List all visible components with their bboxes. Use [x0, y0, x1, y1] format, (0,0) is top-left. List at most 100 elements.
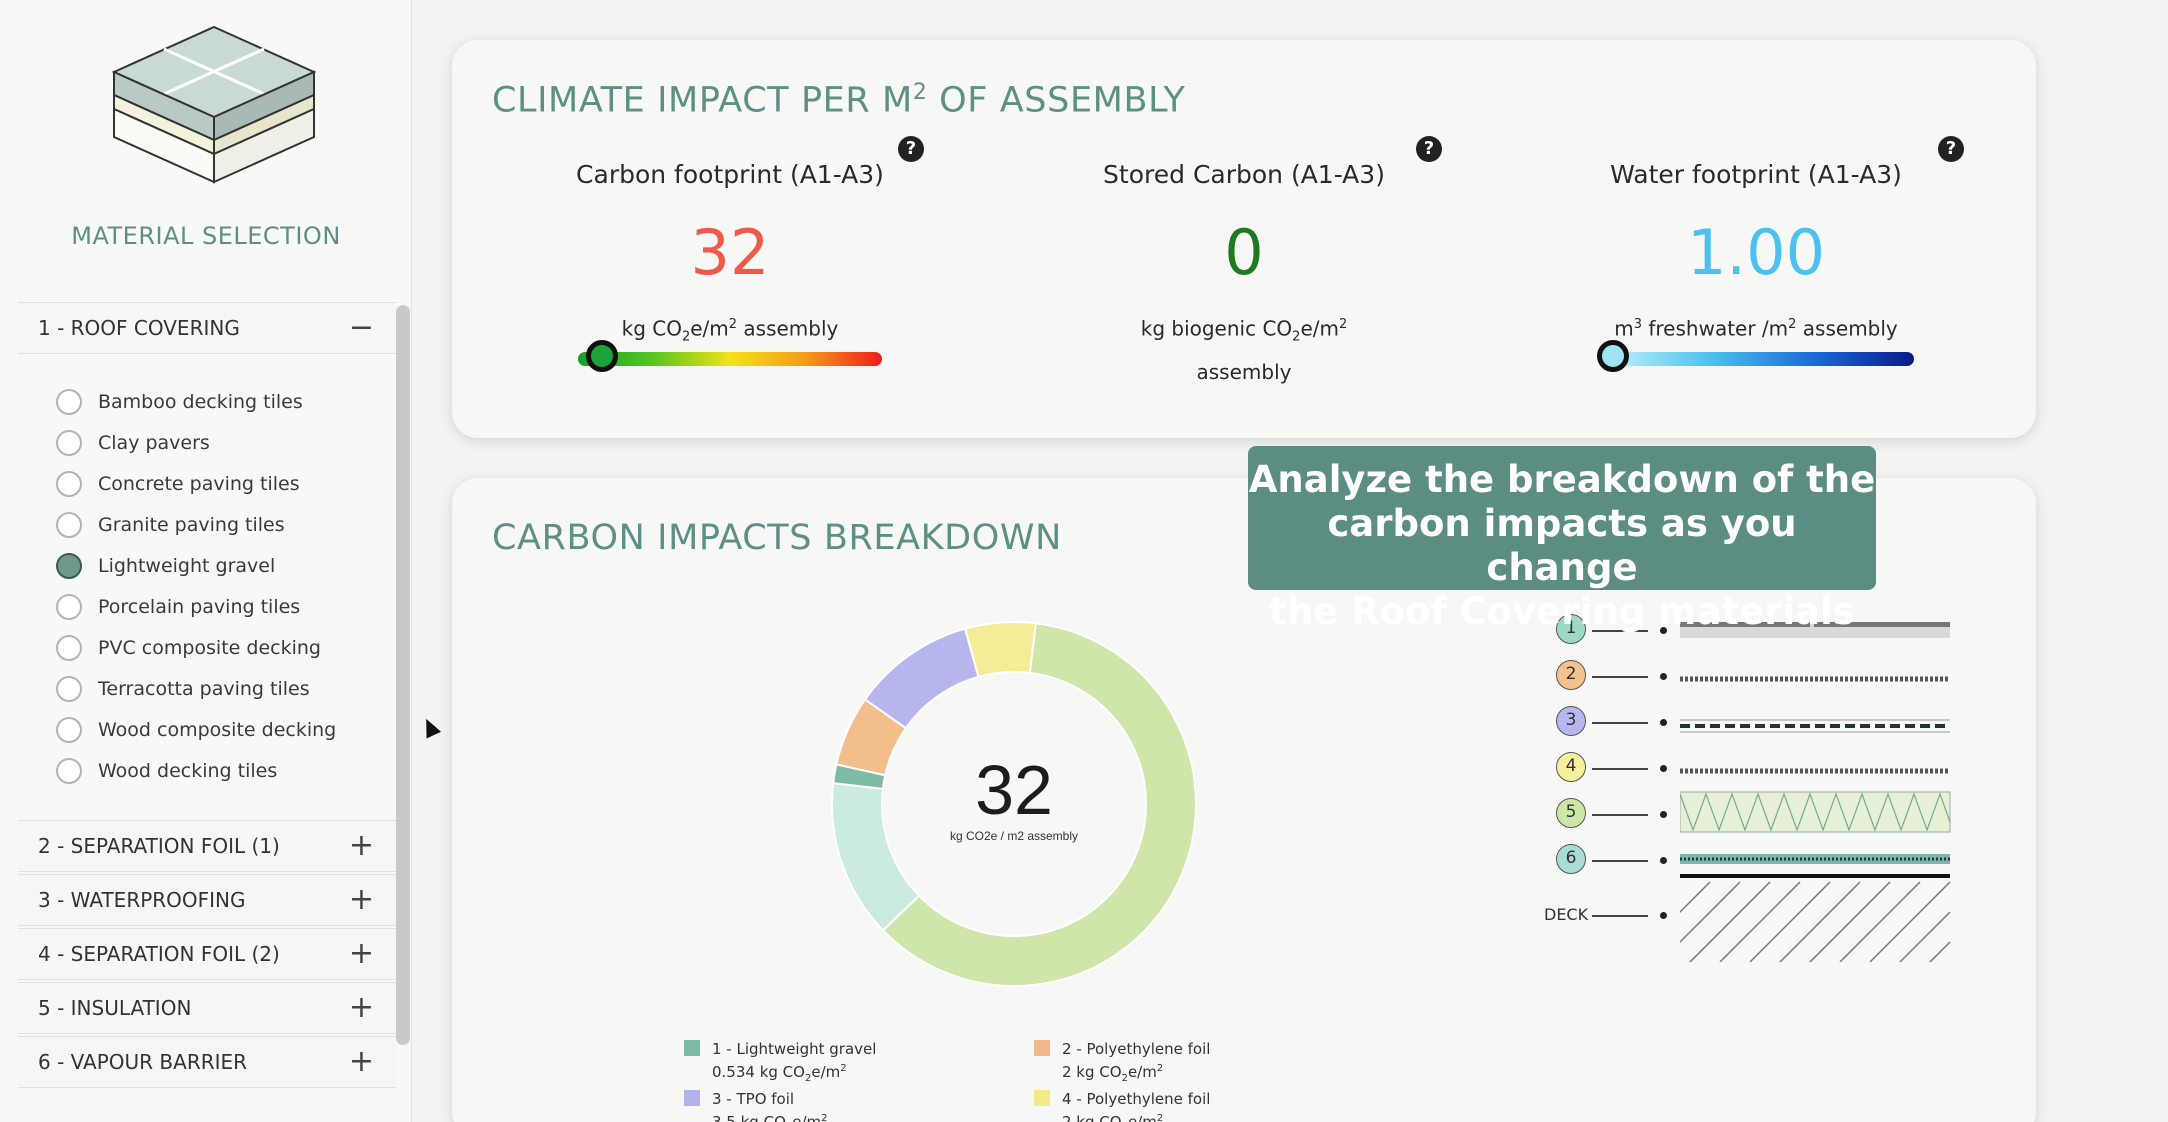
expand-icon[interactable]: +: [349, 937, 374, 971]
legend-swatch: [1034, 1040, 1050, 1056]
section-roof-covering[interactable]: 1 - ROOF COVERING −: [18, 302, 396, 354]
option-concrete-paving-tiles[interactable]: Concrete paving tiles: [56, 469, 300, 499]
legend-item: 4 - Polyethylene foil 2 kg CO2e/m2: [1034, 1090, 1210, 1122]
option-bamboo-decking-tiles[interactable]: Bamboo decking tiles: [56, 387, 303, 417]
donut-slice[interactable]: [831, 782, 921, 932]
option-label: Wood composite decking: [98, 719, 337, 741]
climate-impact-card: CLIMATE IMPACT PER M2 OF ASSEMBLY ? Carb…: [452, 40, 2036, 438]
layer-number: 5: [1556, 798, 1586, 828]
expand-icon[interactable]: +: [349, 991, 374, 1025]
carbon-footprint-unit: kg CO2e/m2 assembly: [621, 316, 839, 345]
leader-dot: [1660, 719, 1667, 726]
section-vapour-barrier[interactable]: 6 - VAPOUR BARRIER +: [18, 1036, 396, 1088]
tooltip-line: Analyze the breakdown of the: [1248, 458, 1876, 501]
leader-line: [1592, 722, 1648, 724]
radio-selected-icon[interactable]: [56, 553, 82, 579]
breakdown-legend: 1 - Lightweight gravel 0.534 kg CO2e/m2 …: [684, 1040, 1244, 1122]
mouse-cursor-icon: [418, 715, 442, 739]
legend-swatch: [684, 1040, 700, 1056]
layer-sections-icon: [1680, 622, 1951, 962]
carbon-scale-marker: [586, 340, 619, 372]
radio-icon[interactable]: [56, 758, 82, 784]
legend-swatch: [684, 1090, 700, 1106]
section-label: 4 - SEPARATION FOIL (2): [38, 942, 280, 966]
radio-icon[interactable]: [56, 717, 82, 743]
leader-line: [1592, 676, 1648, 678]
donut-slice[interactable]: [963, 621, 1037, 679]
option-porcelain-paving-tiles[interactable]: Porcelain paving tiles: [56, 592, 300, 622]
carbon-donut-chart: 32 kg CO2e / m2 assembly: [831, 621, 1197, 987]
carbon-footprint-value: 32: [690, 216, 770, 289]
material-selection-title: MATERIAL SELECTION: [71, 222, 341, 250]
carbon-scale-bar: [578, 352, 882, 366]
help-icon[interactable]: ?: [1938, 136, 1964, 162]
help-icon[interactable]: ?: [898, 136, 924, 162]
stored-carbon-metric: ? Stored Carbon (A1-A3) 0 kg biogenic CO…: [994, 40, 1494, 438]
option-label: Porcelain paving tiles: [98, 596, 301, 618]
radio-icon[interactable]: [56, 676, 82, 702]
water-footprint-label: Water footprint (A1-A3): [1610, 160, 1902, 189]
option-terracotta-paving-tiles[interactable]: Terracotta paving tiles: [56, 674, 310, 704]
section-label: 1 - ROOF COVERING: [38, 316, 240, 340]
option-pvc-composite-decking[interactable]: PVC composite decking: [56, 633, 321, 663]
stored-carbon-label: Stored Carbon (A1-A3): [1103, 160, 1385, 189]
radio-icon[interactable]: [56, 594, 82, 620]
legend-swatch: [1034, 1090, 1050, 1106]
layer-number: 4: [1556, 752, 1586, 782]
expand-icon[interactable]: +: [349, 883, 374, 917]
option-clay-pavers[interactable]: Clay pavers: [56, 428, 210, 458]
option-label: Granite paving tiles: [98, 514, 285, 536]
water-scale-marker: [1597, 340, 1630, 372]
roof-layers-diagram: 1 2 3 4 5 6 DECK: [1530, 612, 1990, 962]
stored-carbon-unit: kg biogenic CO2e/m2 assembly: [1140, 316, 1348, 384]
option-label: Clay pavers: [98, 432, 210, 454]
carbon-footprint-label: Carbon footprint (A1-A3): [576, 160, 884, 189]
option-wood-composite-decking[interactable]: Wood composite decking: [56, 715, 336, 745]
material-accordion: 1 - ROOF COVERING − Bamboo decking tiles…: [18, 302, 396, 1092]
section-label: 2 - SEPARATION FOIL (1): [38, 834, 280, 858]
option-label: Terracotta paving tiles: [98, 678, 310, 700]
leader-dot: [1660, 811, 1667, 818]
sidebar-scrollbar[interactable]: [396, 305, 410, 1045]
tooltip-line: carbon impacts as you change: [1327, 502, 1797, 589]
leader-line: [1592, 768, 1648, 770]
water-footprint-value: 1.00: [1686, 216, 1826, 289]
radio-icon[interactable]: [56, 512, 82, 538]
option-label: Wood decking tiles: [98, 760, 278, 782]
expand-icon[interactable]: +: [349, 1045, 374, 1079]
legend-item: 3 - TPO foil 3.5 kg CO2e/m2: [684, 1090, 828, 1122]
help-icon[interactable]: ?: [1416, 136, 1442, 162]
leader-dot: [1660, 673, 1667, 680]
collapse-icon[interactable]: −: [349, 311, 374, 345]
option-label: Concrete paving tiles: [98, 473, 300, 495]
option-granite-paving-tiles[interactable]: Granite paving tiles: [56, 510, 285, 540]
section-waterproofing[interactable]: 3 - WATERPROOFING +: [18, 874, 396, 926]
breakdown-title: CARBON IMPACTS BREAKDOWN: [492, 518, 1062, 558]
radio-icon[interactable]: [56, 430, 82, 456]
legend-item: 2 - Polyethylene foil 2 kg CO2e/m2: [1034, 1040, 1210, 1088]
section-separation-foil-1[interactable]: 2 - SEPARATION FOIL (1) +: [18, 820, 396, 872]
section-separation-foil-2[interactable]: 4 - SEPARATION FOIL (2) +: [18, 928, 396, 980]
option-lightweight-gravel[interactable]: Lightweight gravel: [56, 551, 275, 581]
section-insulation[interactable]: 5 - INSULATION +: [18, 982, 396, 1034]
donut-center-unit: kg CO2e / m2 assembly: [950, 829, 1078, 843]
section-label: 5 - INSULATION: [38, 996, 192, 1020]
donut-center-value: 32: [975, 751, 1053, 829]
section-label: 6 - VAPOUR BARRIER: [38, 1050, 248, 1074]
radio-icon[interactable]: [56, 471, 82, 497]
option-wood-decking-tiles[interactable]: Wood decking tiles: [56, 756, 277, 786]
leader-dot: [1660, 765, 1667, 772]
expand-icon[interactable]: +: [349, 829, 374, 863]
water-footprint-metric: ? Water footprint (A1-A3) 1.00 m3 freshw…: [1506, 40, 2006, 438]
leader-line: [1592, 860, 1648, 862]
layer-number: 6: [1556, 844, 1586, 874]
option-label: Bamboo decking tiles: [98, 391, 303, 413]
tooltip-line: the Roof Covering materials: [1269, 590, 1855, 633]
radio-icon[interactable]: [56, 389, 82, 415]
water-footprint-unit: m3 freshwater /m2 assembly: [1614, 316, 1898, 341]
leader-dot: [1660, 912, 1667, 919]
radio-icon[interactable]: [56, 635, 82, 661]
legend-item: 1 - Lightweight gravel 0.534 kg CO2e/m2: [684, 1040, 876, 1088]
water-scale-bar: [1610, 352, 1914, 366]
layer-number: 3: [1556, 706, 1586, 736]
